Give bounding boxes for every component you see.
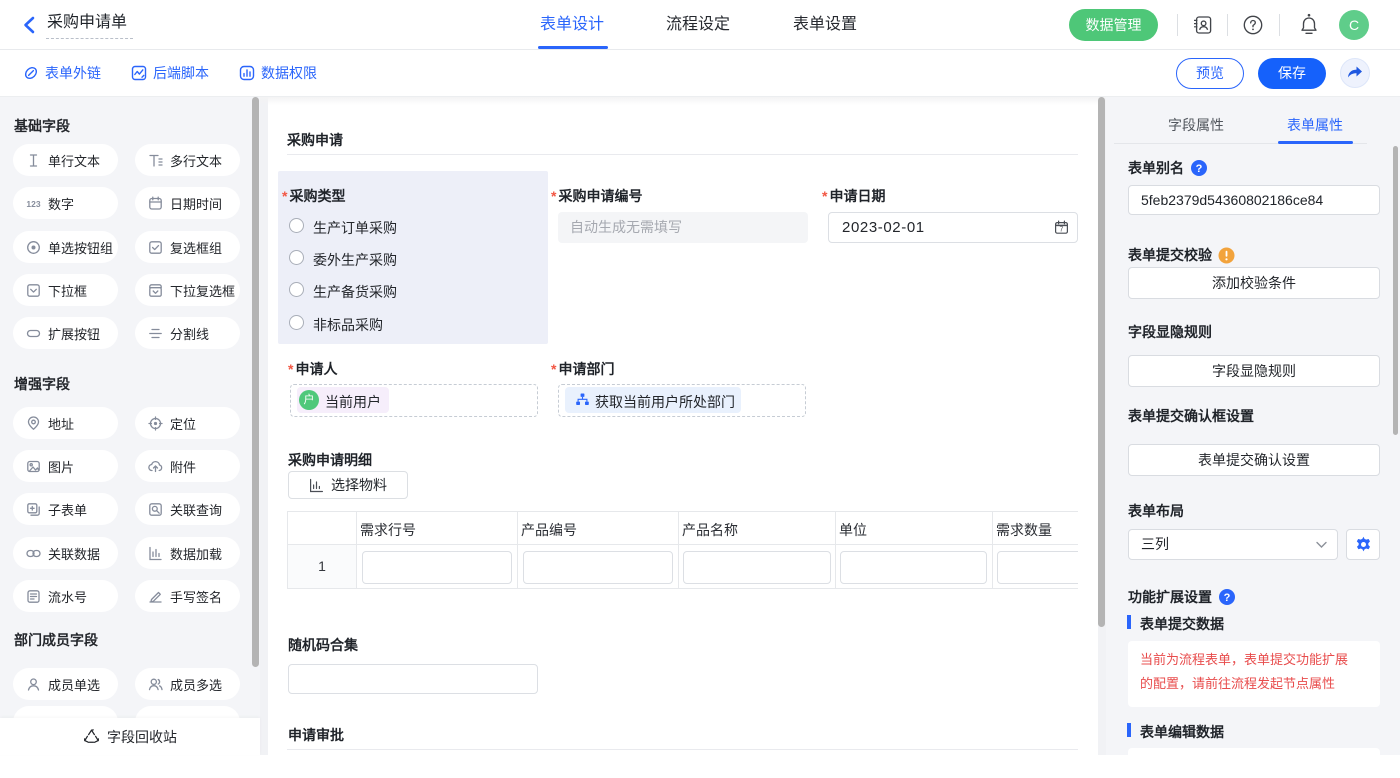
svg-text:?: ? [1196, 163, 1203, 175]
svg-text:7: 7 [1059, 226, 1064, 233]
svg-text:?: ? [1224, 592, 1231, 604]
svg-text:123: 123 [26, 199, 40, 209]
